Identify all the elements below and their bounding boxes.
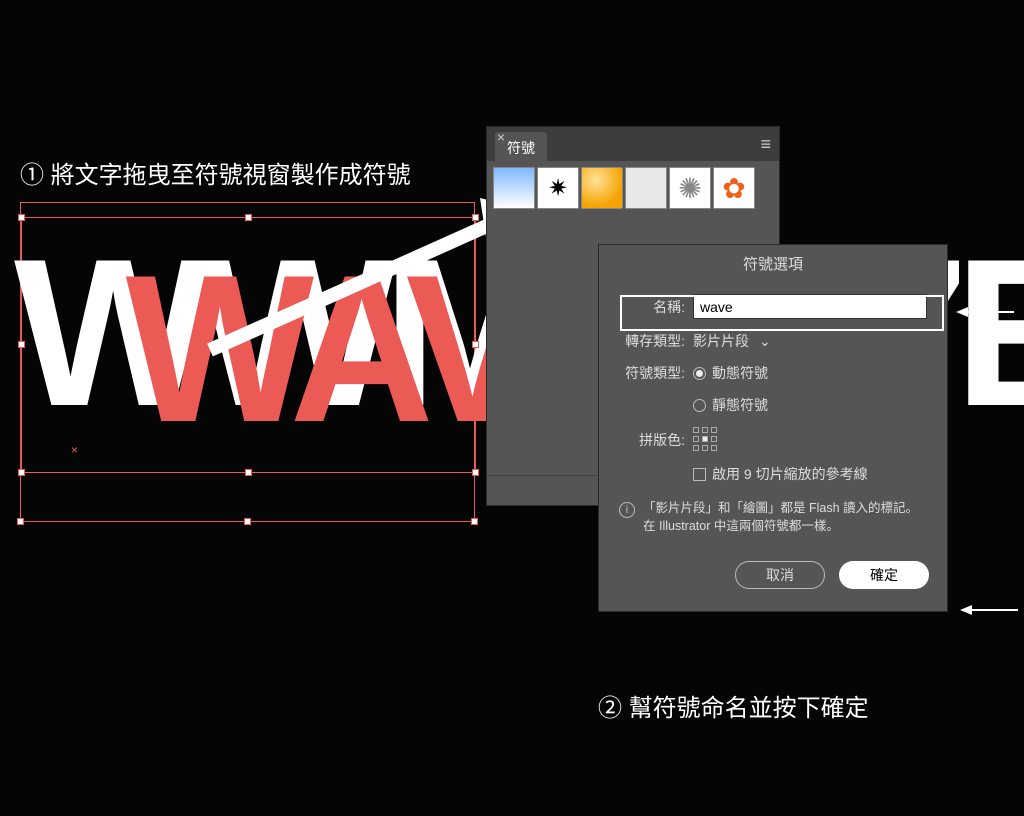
scale9-checkbox[interactable] [693, 468, 706, 481]
export-type-dropdown[interactable]: 影片片段 ⌄ [693, 331, 771, 351]
export-type-label: 轉存類型: [619, 331, 685, 351]
symbol-swatch[interactable]: ✿ [713, 167, 755, 209]
anchor-cross-icon: × [71, 443, 79, 451]
panel-menu-icon[interactable]: ≡ [760, 134, 771, 155]
pointer-arrow-ok [960, 600, 1020, 620]
name-label: 名稱: [619, 297, 685, 317]
radio-static[interactable] [693, 399, 706, 412]
outer-handle-br[interactable] [471, 518, 478, 525]
handle-bottom-middle[interactable] [245, 469, 252, 476]
outer-handle-bl[interactable] [17, 518, 24, 525]
handle-middle-left[interactable] [18, 341, 25, 348]
symbol-swatch[interactable]: ✷ [537, 167, 579, 209]
symbol-options-dialog: 符號選項 名稱: 轉存類型: 影片片段 ⌄ 符號類型: 動態符號 靜態符號 拼版… [598, 244, 948, 612]
name-input[interactable] [693, 294, 927, 319]
panel-close-icon[interactable]: × [491, 129, 511, 149]
handle-bottom-right[interactable] [472, 469, 479, 476]
registration-label: 拼版色: [619, 430, 685, 450]
handle-bottom-left[interactable] [18, 469, 25, 476]
radio-static-label: 靜態符號 [712, 395, 768, 415]
scale9-label: 啟用 9 切片縮放的參考線 [712, 464, 868, 484]
chevron-down-icon: ⌄ [759, 333, 771, 350]
symbol-type-label: 符號類型: [619, 363, 685, 383]
cancel-button[interactable]: 取消 [735, 561, 825, 589]
radio-dynamic[interactable] [693, 367, 706, 380]
registration-grid[interactable] [693, 427, 718, 452]
info-text: 「影片片段」和「繪圖」都是 Flash 讀入的標記。在 Illustrator … [643, 500, 927, 535]
annotation-step-2: ② 幫符號命名並按下確定 [598, 688, 869, 723]
symbol-swatch[interactable] [493, 167, 535, 209]
export-type-value: 影片片段 [693, 331, 749, 351]
radio-dynamic-label: 動態符號 [712, 363, 768, 383]
annotation-step-1: ① 將文字拖曳至符號視窗製作成符號 [20, 155, 411, 190]
outer-handle-bm[interactable] [244, 518, 251, 525]
ok-button[interactable]: 確定 [839, 561, 929, 589]
symbol-swatch[interactable] [581, 167, 623, 209]
handle-top-left[interactable] [18, 214, 25, 221]
symbols-grid: ✷ ✺ ✿ [487, 161, 779, 215]
symbol-swatch[interactable]: ✺ [669, 167, 711, 209]
info-icon: i [619, 502, 635, 518]
symbol-swatch[interactable] [625, 167, 667, 209]
pointer-arrow-name [956, 302, 1016, 322]
dialog-title: 符號選項 [599, 245, 947, 288]
